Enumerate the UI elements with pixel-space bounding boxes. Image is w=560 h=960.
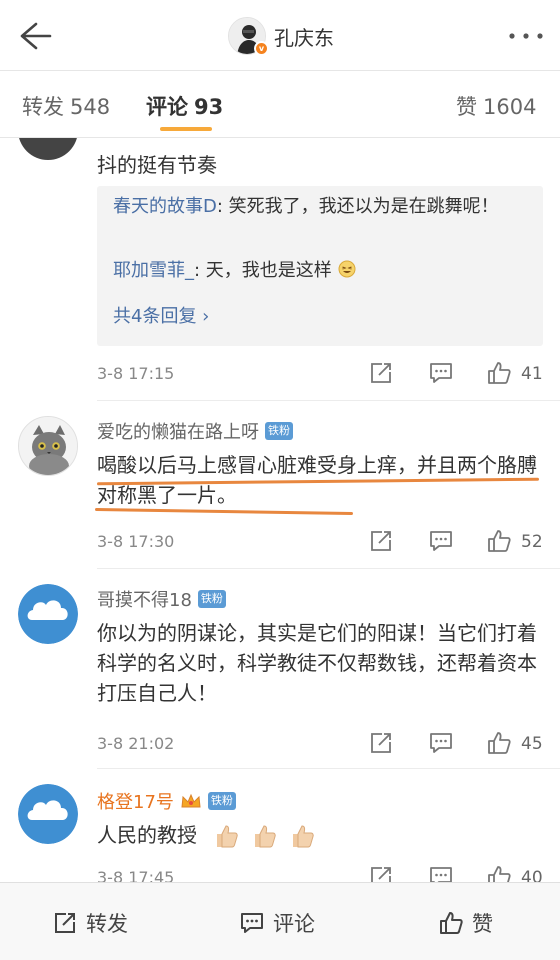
like-button-label: 赞 (472, 912, 493, 936)
like-button[interactable]: 赞 (438, 908, 493, 938)
like-icon (440, 912, 463, 934)
thumbs-up-icon (255, 825, 276, 848)
top-bar: 孔庆东 v (0, 0, 560, 70)
comment-2-meta: 3-8 21:02 45 (97, 728, 545, 758)
comment-0-meta: 3-8 17:15 41 (97, 358, 545, 388)
comment-1-user[interactable]: 爱吃的懒猫在路上呀 (97, 418, 259, 444)
reply-2-text: : 天，我也是这样 (194, 260, 332, 281)
comment-button-label: 评论 (273, 912, 315, 936)
comment-3-username[interactable]: 格登17号 铁粉 (97, 788, 236, 814)
repost-button-label: 转发 (86, 912, 128, 936)
cloud-avatar (18, 784, 78, 844)
iron-fan-badge: 铁粉 (207, 792, 236, 810)
comment-1-meta: 3-8 17:30 52 (97, 526, 545, 556)
reply-2[interactable]: 耶加雪菲_: 天，我也是这样 (113, 256, 533, 286)
comment-3-meta: 3-8 17:45 40 (97, 862, 545, 882)
share-icon[interactable] (368, 360, 394, 386)
reply-box[interactable]: 春天的故事D: 笑死我了，我还以为是在跳舞呢！ 耶加雪菲_: 天，我也是这样 共… (97, 186, 543, 346)
comment-3-likes: 40 (521, 868, 543, 882)
iron-fan-badge: 铁粉 (197, 590, 226, 608)
reply-1-user[interactable]: 春天的故事D (113, 196, 217, 217)
active-tab-indicator (160, 127, 212, 131)
comment-1-likes: 52 (521, 532, 543, 552)
tab-reposts-count: 548 (70, 95, 111, 119)
reply-2-user[interactable]: 耶加雪菲_ (113, 260, 194, 281)
row-divider (97, 400, 560, 401)
row-divider (97, 768, 560, 769)
comment-1-time: 3-8 17:30 (97, 532, 175, 551)
comment-icon (241, 913, 263, 933)
tab-reposts-label: 转发 (22, 95, 64, 119)
like-icon[interactable] (486, 864, 512, 882)
comment-2-user[interactable]: 哥摸不得18 (97, 586, 192, 612)
crown-icon (181, 793, 201, 808)
comment-1-avatar[interactable] (18, 416, 78, 476)
bottom-action-bar: 转发 评论 赞 (0, 882, 560, 960)
comment-2-text: 你以为的阴谋论，其实是它们的阳谋！当它们打着科学的名义时，科学教徒不仅帮数钱，还… (97, 621, 537, 705)
comment-3-text: 人民的教授 (97, 820, 545, 850)
tab-comments-count: 93 (194, 95, 224, 119)
iron-fan-badge: 铁粉 (265, 422, 293, 440)
comment-2-likes: 45 (521, 734, 543, 754)
tab-likes[interactable]: 赞 1604 (456, 91, 536, 121)
comment-feed[interactable]: 抖的挺有节奏 春天的故事D: 笑死我了，我还以为是在跳舞呢！ 耶加雪菲_: 天，… (0, 138, 560, 882)
like-icon[interactable] (486, 730, 512, 756)
page-title: 孔庆东 (274, 25, 334, 50)
reply-1-text: : 笑死我了，我还以为是在跳舞呢！ (216, 196, 499, 217)
laughing-face-icon (338, 260, 356, 278)
comment-button[interactable]: 评论 (239, 908, 315, 938)
comment-3-avatar[interactable] (18, 784, 78, 844)
cloud-avatar (18, 584, 78, 644)
comment-1-username[interactable]: 爱吃的懒猫在路上呀 铁粉 (97, 418, 293, 444)
comment-icon[interactable] (428, 528, 454, 554)
tab-likes-count: 1604 (483, 95, 537, 119)
title-wrap[interactable]: 孔庆东 (228, 14, 334, 58)
tab-reposts[interactable]: 转发 548 (22, 91, 110, 121)
comment-icon[interactable] (428, 360, 454, 386)
share-icon (55, 913, 75, 933)
back-arrow-icon[interactable] (14, 16, 54, 56)
share-icon[interactable] (368, 730, 394, 756)
repost-button[interactable]: 转发 (52, 908, 128, 938)
comment-icon[interactable] (428, 730, 454, 756)
comment-0-likes: 41 (521, 364, 543, 384)
comment-icon[interactable] (428, 864, 454, 882)
comment-3-time: 3-8 17:45 (97, 868, 175, 882)
tab-likes-label: 赞 (456, 95, 477, 119)
share-icon[interactable] (368, 528, 394, 554)
thumbs-up-icon (217, 825, 238, 848)
comment-0-text: 抖的挺有节奏 (97, 153, 217, 177)
comment-0-time: 3-8 17:15 (97, 364, 175, 383)
thumbs-up-icon (293, 825, 314, 848)
comment-3-text-label: 人民的教授 (97, 823, 197, 847)
more-dots-icon[interactable] (506, 26, 546, 46)
row-divider (97, 568, 560, 569)
share-icon[interactable] (368, 864, 394, 882)
comment-2-username[interactable]: 哥摸不得18 铁粉 (97, 586, 226, 612)
tab-comments[interactable]: 评论 93 (146, 91, 223, 121)
like-icon[interactable] (486, 360, 512, 386)
grey-cat-avatar (19, 417, 77, 475)
reply-1[interactable]: 春天的故事D: 笑死我了，我还以为是在跳舞呢！ (113, 192, 533, 222)
comment-0-avatar[interactable] (18, 138, 78, 160)
like-icon[interactable] (486, 528, 512, 554)
tab-comments-label: 评论 (146, 95, 188, 119)
verified-badge: v (254, 41, 269, 56)
comment-2-avatar[interactable] (18, 584, 78, 644)
comment-3-user[interactable]: 格登17号 (97, 788, 174, 814)
comment-2-time: 3-8 21:02 (97, 734, 175, 753)
tab-bar: 转发 548 评论 93 赞 1604 (0, 71, 560, 137)
more-replies-link[interactable]: 共4条回复 › (113, 302, 209, 328)
